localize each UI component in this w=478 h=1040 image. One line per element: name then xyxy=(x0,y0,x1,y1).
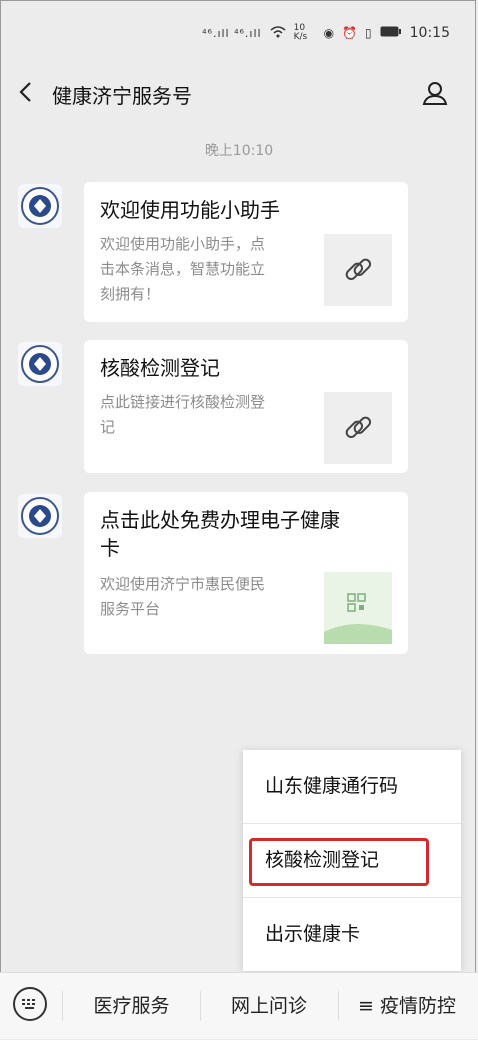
logo-icon xyxy=(21,187,59,225)
status-time: 10:15 xyxy=(409,25,450,41)
avatar[interactable] xyxy=(18,494,62,538)
message-card[interactable]: 核酸检测登记 点此链接进行核酸检测登记 xyxy=(84,340,408,473)
avatar[interactable] xyxy=(18,342,62,386)
tab-epidemic-prevention[interactable]: ≡ 疫情防控 xyxy=(339,973,475,1039)
status-icons: ⁴⁶.ıll ⁴⁶.ıll 10 K/s ◉ ⏰ ▯ 10:15 xyxy=(202,24,450,42)
tab-medical-services[interactable]: 医疗服务 xyxy=(64,973,199,1039)
logo-icon xyxy=(21,345,59,383)
back-chevron-icon[interactable] xyxy=(18,80,34,110)
message-card[interactable]: 欢迎使用功能小助手 欢迎使用功能小助手，点 击本条消息，智慧功能立 刻拥有！ xyxy=(84,182,408,322)
message-title: 点击此处免费办理电子健康卡 xyxy=(100,508,340,560)
message-description: 点此链接进行核酸检测登记 xyxy=(100,393,266,436)
link-thumbnail xyxy=(324,234,392,306)
network-speed: 10 K/s xyxy=(293,23,308,42)
link-icon xyxy=(345,258,372,281)
wifi-icon xyxy=(270,25,286,41)
message-title: 核酸检测登记 xyxy=(100,356,220,380)
status-bar: ⁴⁶.ıll ⁴⁶.ıll 10 K/s ◉ ⏰ ▯ 10:15 xyxy=(0,0,478,70)
eye-icon: ◉ xyxy=(323,26,335,40)
logo-icon xyxy=(21,497,59,535)
nav-bar: 健康济宁服务号 xyxy=(0,70,478,116)
link-thumbnail xyxy=(324,392,392,464)
person-icon[interactable] xyxy=(422,80,448,106)
link-icon xyxy=(345,416,372,439)
tab-online-consultation[interactable]: 网上问诊 xyxy=(201,973,337,1039)
alarm-icon: ⏰ xyxy=(342,26,358,40)
message-description: 欢迎使用济宁市惠民便民 服务平台 xyxy=(100,575,266,618)
bottom-menu-bar: 医疗服务 网上问诊 ≡ 疫情防控 xyxy=(0,972,478,1039)
message-title: 欢迎使用功能小助手 xyxy=(100,198,280,222)
avatar[interactable] xyxy=(18,184,62,228)
message-description: 欢迎使用功能小助手，点 击本条消息，智慧功能立 刻拥有！ xyxy=(100,235,266,303)
message-card[interactable]: 点击此处免费办理电子健康卡 欢迎使用济宁市惠民便民 服务平台 xyxy=(84,492,408,654)
health-card-thumbnail xyxy=(324,572,392,644)
health-card-image-icon xyxy=(324,572,392,644)
menu-item-show-health-card[interactable]: 出示健康卡 xyxy=(243,898,461,970)
menu-item-health-pass[interactable]: 山东健康通行码 xyxy=(243,750,461,822)
keyboard-icon[interactable] xyxy=(13,987,47,1021)
highlight-box xyxy=(249,838,429,886)
signal-icon: ⁴⁶.ıll ⁴⁶.ıll xyxy=(202,26,262,40)
vibrate-icon: ▯ xyxy=(365,26,372,40)
battery-icon xyxy=(380,26,402,40)
page-title: 健康济宁服务号 xyxy=(52,84,192,108)
message-timestamp: 晚上10:10 xyxy=(204,143,274,159)
tab-divider xyxy=(62,991,63,1021)
